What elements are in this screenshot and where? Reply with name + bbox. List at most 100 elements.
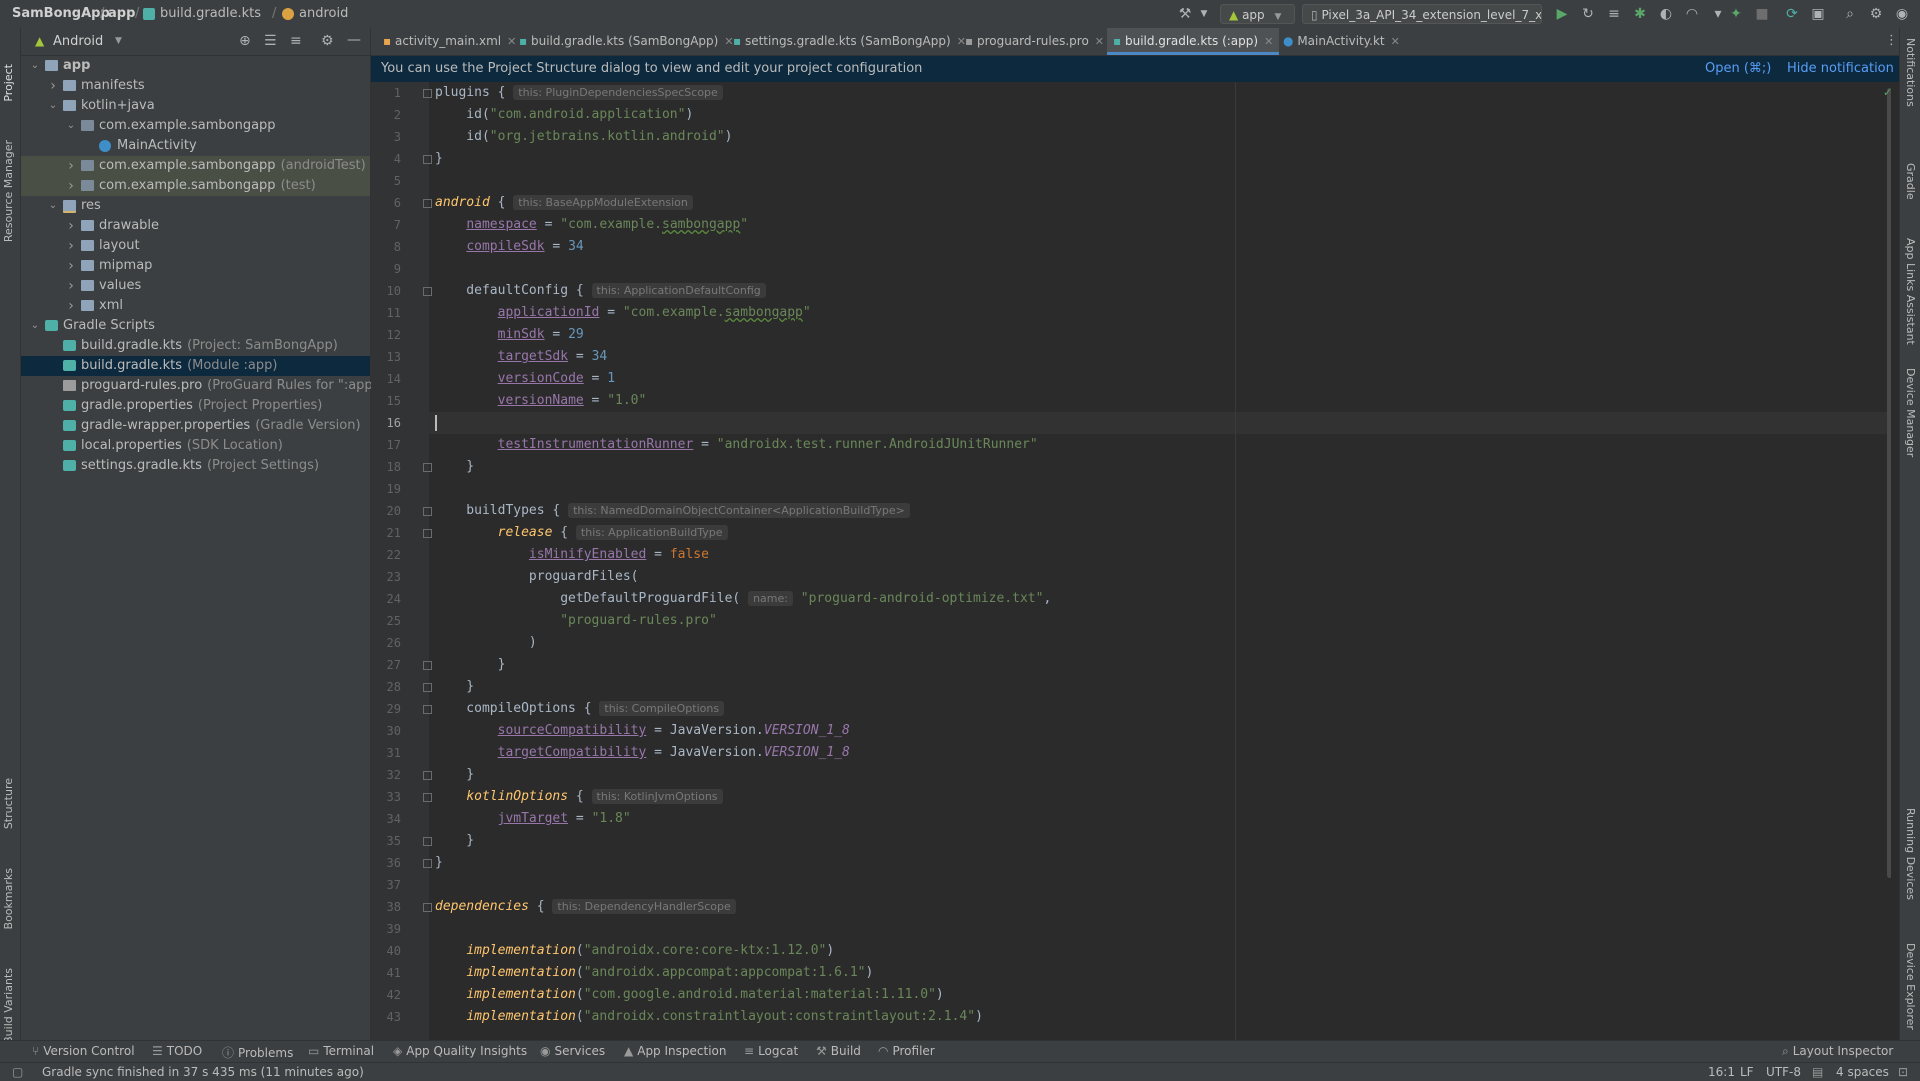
line-number[interactable]: 29 [377, 698, 401, 720]
tree-item[interactable]: ⌄ com.example.sambongapp [21, 116, 370, 136]
breadcrumb-module[interactable]: app [108, 6, 135, 21]
line-number[interactable]: 33 [377, 786, 401, 808]
line-number[interactable]: 39 [377, 918, 401, 940]
file-encoding[interactable]: UTF-8 [1766, 1065, 1801, 1079]
line-number[interactable]: 2 [377, 104, 401, 126]
line-number[interactable]: 5 [377, 170, 401, 192]
code-line[interactable]: namespace = "com.example.sambongapp" [435, 214, 748, 236]
code-line[interactable]: testInstrumentationRunner = "androidx.te… [435, 434, 1038, 456]
fold-marker-icon[interactable] [423, 793, 432, 802]
account-icon[interactable]: ◉ [1894, 6, 1910, 22]
breadcrumb-symbol[interactable]: android [299, 6, 348, 21]
code-line[interactable]: plugins { this: PluginDependenciesSpecSc… [435, 82, 723, 104]
line-number[interactable]: 23 [377, 566, 401, 588]
code-line[interactable]: versionCode = 1 [435, 368, 615, 390]
line-number[interactable]: 16 [377, 412, 401, 434]
code-line[interactable]: implementation("androidx.appcompat:appco… [435, 962, 873, 984]
line-number[interactable]: 10 [377, 280, 401, 302]
tree-item[interactable]: proguard-rules.pro (ProGuard Rules for ":… [21, 376, 384, 396]
tool-bookmarks[interactable]: Bookmarks [2, 868, 15, 929]
expand-all-icon[interactable]: ☰ [264, 33, 277, 49]
fold-marker-icon[interactable] [423, 507, 432, 516]
code-line[interactable]: kotlinOptions { this: KotlinJvmOptions [435, 786, 723, 808]
attach-debugger-icon[interactable]: ◐ [1658, 6, 1674, 22]
line-number[interactable]: 15 [377, 390, 401, 412]
tool-device-explorer[interactable]: Device Explorer [1904, 943, 1917, 1030]
fold-marker-icon[interactable] [423, 199, 432, 208]
tree-item[interactable]: build.gradle.kts (Project: SamBongApp) [21, 336, 370, 356]
code-line[interactable]: release { this: ApplicationBuildType [435, 522, 728, 544]
code-line[interactable]: implementation("androidx.constraintlayou… [435, 1006, 983, 1028]
tool-services[interactable]: ◉ Services [540, 1044, 605, 1058]
tab-build-gradle-app[interactable]: ▪ build.gradle.kts (:app) ✕ [1107, 28, 1280, 55]
close-icon[interactable]: ✕ [1391, 35, 1400, 48]
tool-resource-manager[interactable]: Resource Manager [2, 140, 15, 242]
stop-icon[interactable]: ■ [1754, 6, 1770, 22]
line-number[interactable]: 6 [377, 192, 401, 214]
code-line[interactable]: jvmTarget = "1.8" [435, 808, 631, 830]
sync-gradle-icon[interactable]: ⟳ [1784, 6, 1800, 22]
chevron-down-icon[interactable]: ▾ [1710, 6, 1726, 22]
chevron-down-icon[interactable]: ⌄ [47, 96, 59, 116]
hammer-icon[interactable]: ⚒ [1177, 6, 1193, 22]
line-number[interactable]: 25 [377, 610, 401, 632]
device-mirror-icon[interactable]: ▣ [1810, 6, 1826, 22]
tool-app-quality-insights[interactable]: ◈ App Quality Insights [393, 1044, 527, 1058]
code-line[interactable]: minSdk = 29 [435, 324, 584, 346]
tool-layout-inspector[interactable]: ⌕ Layout Inspector [1782, 1044, 1893, 1059]
code-line[interactable]: implementation("com.google.android.mater… [435, 984, 943, 1006]
tool-structure[interactable]: Structure [2, 778, 15, 829]
tree-item[interactable]: › layout [21, 236, 370, 256]
chevron-right-icon[interactable]: › [65, 296, 77, 316]
line-number[interactable]: 7 [377, 214, 401, 236]
tool-app-inspection[interactable]: ▲ App Inspection [624, 1044, 726, 1058]
chevron-down-icon[interactable]: ▼ [115, 36, 122, 46]
chevron-right-icon[interactable]: › [65, 156, 77, 176]
fold-marker-icon[interactable] [423, 837, 432, 846]
rerun-icon[interactable]: ↻ [1580, 6, 1596, 22]
editor-scrollbar[interactable] [1887, 88, 1891, 878]
code-line[interactable]: targetSdk = 34 [435, 346, 608, 368]
line-number[interactable]: 1 [377, 82, 401, 104]
code-line[interactable]: compileOptions { this: CompileOptions [435, 698, 725, 720]
code-line[interactable]: } [435, 830, 474, 852]
device-selector[interactable]: ▯ Pixel_3a_API_34_extension_level_7_xπ. [1302, 4, 1542, 24]
code-line[interactable]: dependencies { this: DependencyHandlerSc… [435, 896, 736, 918]
indent-setting[interactable]: 4 spaces [1836, 1065, 1889, 1079]
fold-marker-icon[interactable] [423, 771, 432, 780]
line-number[interactable]: 35 [377, 830, 401, 852]
hide-notification-link[interactable]: Hide notification [1787, 56, 1894, 82]
run-config-selector[interactable]: ▲ app ▼ [1220, 4, 1295, 24]
tool-notifications[interactable]: Notifications [1904, 38, 1917, 107]
view-selector[interactable]: Android [53, 34, 103, 49]
tree-item[interactable]: build.gradle.kts (Module :app) [21, 356, 370, 376]
code-line[interactable]: "proguard-rules.pro" [435, 610, 717, 632]
chevron-down-icon[interactable]: ▼ [1196, 6, 1212, 22]
chevron-right-icon[interactable]: › [47, 76, 59, 96]
tree-item[interactable]: › xml [21, 296, 370, 316]
close-icon[interactable]: ✕ [507, 35, 516, 48]
tool-terminal[interactable]: ▭ Terminal [308, 1044, 374, 1058]
tool-todo[interactable]: ☰ TODO [152, 1044, 202, 1058]
chevron-down-icon[interactable]: ⌄ [29, 56, 41, 76]
status-toggle-icon[interactable]: ▢ [12, 1065, 23, 1079]
apply-changes-icon[interactable]: ≡ [1606, 6, 1622, 22]
debug-icon[interactable]: ✱ [1632, 6, 1648, 22]
tree-item[interactable]: settings.gradle.kts (Project Settings) [21, 456, 370, 476]
chevron-right-icon[interactable]: › [65, 216, 77, 236]
code-line[interactable]: buildTypes { this: NamedDomainObjectCont… [435, 500, 910, 522]
run-icon[interactable]: ▶ [1554, 6, 1570, 22]
fold-marker-icon[interactable] [423, 661, 432, 670]
gear-icon[interactable]: ⚙ [321, 33, 334, 49]
code-editor[interactable]: 1 2 3 4 5 6 7 8 9 10 11 12 13 14 15 16 17 18 19 20 21 22 23 24 2… [371, 82, 1891, 1040]
code-line[interactable]: } [435, 764, 474, 786]
code-line[interactable]: ) [435, 632, 537, 654]
caret-position[interactable]: 16:1 [1708, 1065, 1735, 1079]
code-line[interactable]: proguardFiles( [435, 566, 639, 588]
fold-marker-icon[interactable] [423, 463, 432, 472]
tool-project[interactable]: Project [2, 64, 15, 102]
tree-item[interactable]: › com.example.sambongapp (androidTest) [21, 156, 370, 176]
tab-build-gradle-project[interactable]: ▪ build.gradle.kts (SamBongApp) ✕ [519, 28, 734, 55]
readonly-icon[interactable]: ▤ [1812, 1065, 1823, 1079]
line-number[interactable]: 32 [377, 764, 401, 786]
